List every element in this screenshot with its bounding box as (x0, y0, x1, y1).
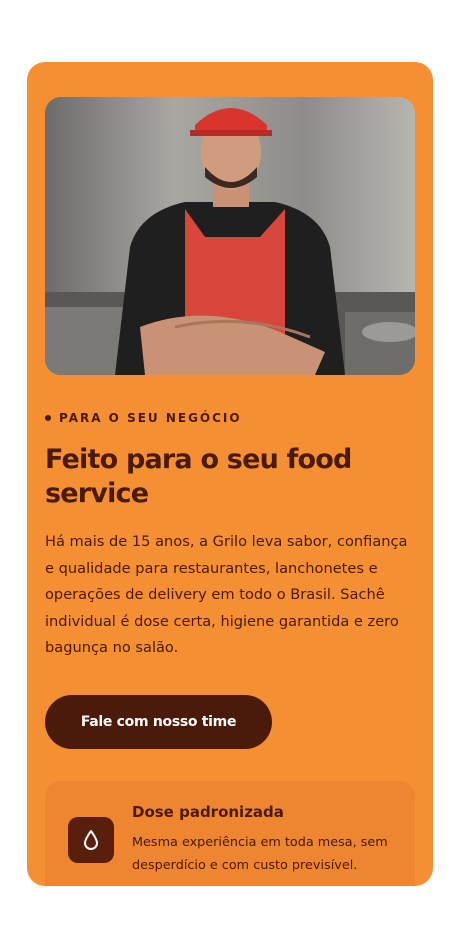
feature-card: Dose padronizada Mesma experiência em to… (45, 781, 415, 886)
eyebrow-label: PARA O SEU NEGÓCIO (59, 411, 242, 425)
feature-description: Mesma experiência em toda mesa, sem desp… (132, 835, 388, 873)
drop-icon (68, 817, 114, 863)
section-title: Feito para o seu food service (45, 444, 352, 509)
hero-photo (45, 97, 415, 375)
contact-team-button[interactable]: Fale com nosso time (45, 695, 272, 749)
bullet-dot-icon (45, 415, 51, 421)
food-service-card: PARA O SEU NEGÓCIO Feito para o seu food… (27, 62, 433, 886)
section-eyebrow: PARA O SEU NEGÓCIO (45, 411, 242, 425)
section-description: Há mais de 15 anos, a Grilo leva sabor, … (45, 533, 408, 656)
feature-title: Dose padronizada (132, 803, 284, 821)
